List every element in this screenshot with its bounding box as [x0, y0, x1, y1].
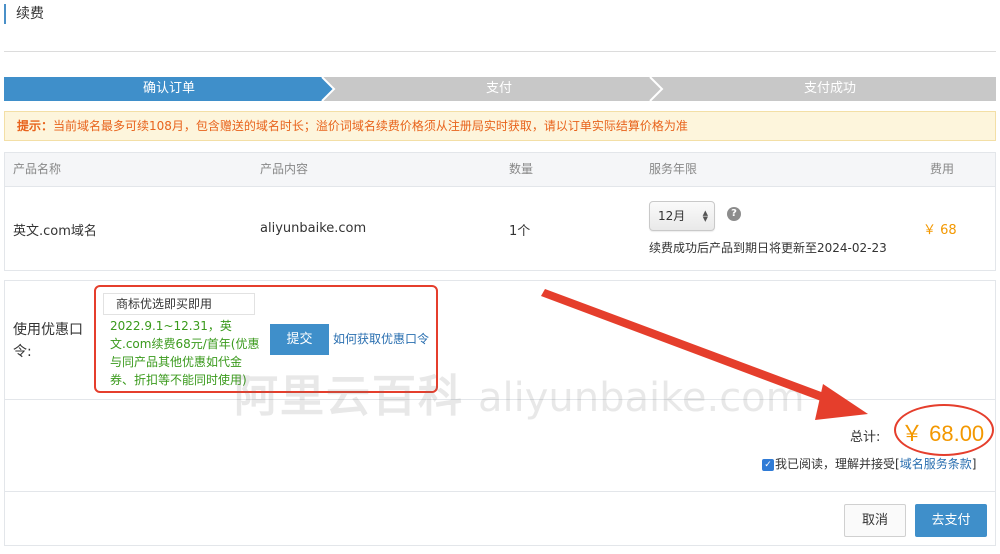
service-terms-link[interactable]: 域名服务条款: [900, 457, 972, 471]
table-header: 产品名称 产品内容 数量 服务年限 费用: [5, 153, 995, 187]
agree-close: ]: [971, 457, 977, 471]
header-product-name: 产品名称: [13, 162, 62, 176]
select-arrows-icon: ▲ ▼: [702, 209, 708, 223]
panel-divider-top: [5, 399, 995, 400]
notice-text: 当前域名最多可续108月，包含赠送的域名时长；溢价词域名续费价格须从注册局实时获…: [53, 119, 688, 133]
term-select[interactable]: 12月 ▲ ▼: [649, 201, 715, 231]
notice-banner: 提示：当前域名最多可续108月，包含赠送的域名时长；溢价词域名续费价格须从注册局…: [4, 111, 996, 141]
total-label: 总计:: [850, 430, 881, 445]
order-table: 产品名称 产品内容 数量 服务年限 费用 英文.com域名 aliyunbaik…: [4, 152, 996, 271]
page-title: 续费: [4, 4, 44, 24]
notice-prefix: 提示：: [17, 119, 54, 133]
cell-quantity: 1个: [509, 224, 531, 239]
agreement-row: ✓ 我已阅读，理解并接受[域名服务条款]: [762, 455, 976, 473]
header-term: 服务年限: [649, 162, 698, 176]
term-select-value: 12月: [658, 209, 686, 223]
pay-button[interactable]: 去支付: [915, 504, 987, 537]
step-pay: 支付: [485, 81, 512, 96]
agree-text: 我已阅读，理解并接受[: [775, 457, 900, 471]
cell-product-name: 英文.com域名: [13, 224, 97, 239]
title-divider: [4, 51, 996, 52]
cell-fee: ￥ 68: [923, 223, 957, 238]
cell-product-content: aliyunbaike.com: [260, 221, 367, 236]
total-highlight-ellipse: [894, 404, 994, 456]
cancel-button[interactable]: 取消: [844, 504, 906, 537]
coupon-label: 使用优惠口令:: [13, 322, 83, 360]
renew-expiry-note: 续费成功后产品到期日将更新至2024-02-23: [649, 241, 887, 255]
header-quantity: 数量: [509, 162, 534, 176]
checkbox-checked-icon[interactable]: ✓: [762, 458, 774, 471]
coupon-highlight-box: [94, 285, 438, 393]
payment-panel: 使用优惠口令: 商标优选即买即用 2022.9.1~12.31，英文.com续费…: [4, 280, 996, 546]
step-confirm-order: 确认订单: [142, 81, 195, 96]
step-bar: 确认订单 支付 支付成功: [4, 77, 996, 101]
panel-divider-bottom: [5, 491, 995, 492]
step-pay-success: 支付成功: [803, 81, 856, 96]
header-product-content: 产品内容: [260, 162, 309, 176]
question-circle-icon[interactable]: ?: [727, 207, 741, 221]
header-fee: 费用: [930, 162, 955, 176]
